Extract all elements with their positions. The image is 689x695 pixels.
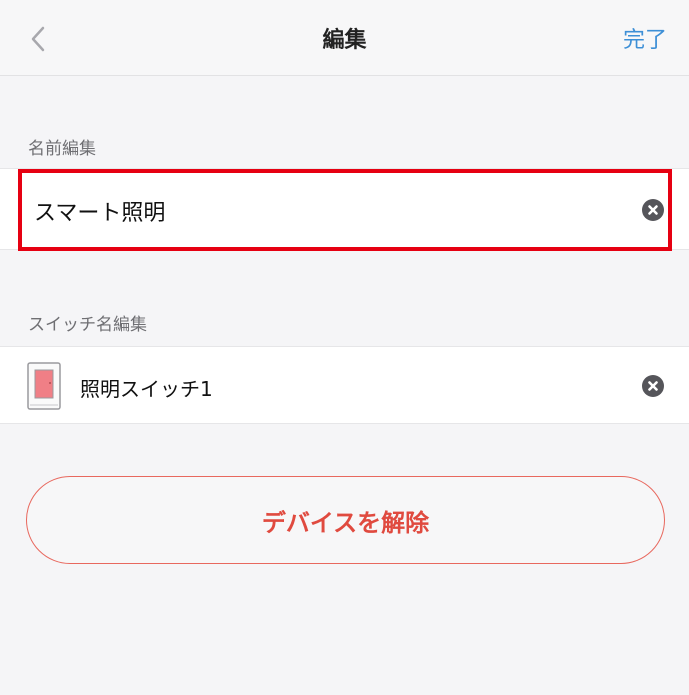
name-input[interactable]: スマート照明 [34, 195, 165, 227]
remove-device-button[interactable]: デバイスを解除 [26, 476, 665, 564]
done-button[interactable]: 完了 [623, 22, 667, 54]
clear-name-button[interactable] [642, 199, 664, 221]
switch-device-icon [27, 362, 61, 410]
switch-section-label: スイッチ名編集 [28, 315, 147, 335]
name-section-label: 名前編集 [28, 139, 96, 159]
navigation-bar: 編集 完了 [0, 0, 689, 76]
name-input-row[interactable]: スマート照明 [0, 168, 689, 251]
page-title: 編集 [322, 28, 367, 53]
switch-name-row[interactable]: 照明スイッチ1 [0, 346, 689, 424]
switch-name-input[interactable]: 照明スイッチ1 [80, 373, 213, 402]
clear-switch-name-button[interactable] [642, 375, 664, 397]
clear-icon [648, 381, 658, 391]
clear-icon [648, 205, 658, 215]
